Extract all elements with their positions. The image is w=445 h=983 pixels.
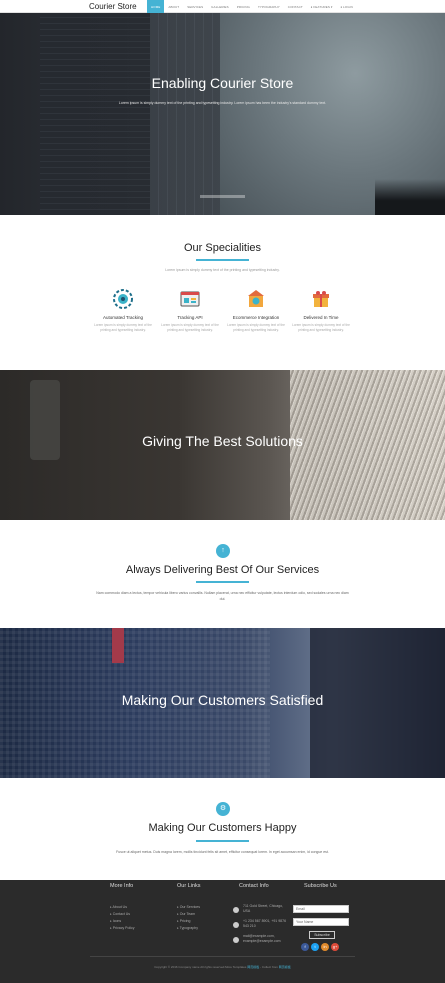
hero-subtitle: Lorem ipsum is simply dummy text of the … [118, 101, 327, 105]
nav-item-typography[interactable]: TYPOGRAPHY [254, 0, 284, 13]
brand-logo[interactable]: Courier Store [89, 2, 137, 11]
top-navbar: Courier Store HOME ABOUT SERVICES GALLER… [0, 0, 445, 13]
copyright-text: Copyright © 2016 Company name All rights… [0, 965, 445, 969]
speciality-item: Delivered In Time Lorem ipsum is simply … [291, 288, 351, 333]
footer-link[interactable]: Pricing [177, 919, 191, 923]
specialities-title: Our Specialities [183, 242, 262, 254]
nav-item-about[interactable]: ABOUT [164, 0, 183, 13]
gift-box-icon [310, 288, 332, 310]
upload-arrow-icon: ↑ [216, 544, 230, 558]
hero-slider-indicator[interactable] [200, 195, 245, 198]
speciality-title: Delivered In Time [303, 315, 339, 320]
speciality-desc: Lorem ipsum is simply dummy text of the … [94, 323, 152, 332]
nav-item-login[interactable]: ♦ LOGIN [336, 0, 356, 13]
hero-building-image [40, 13, 150, 215]
footer-link[interactable]: Icons [110, 919, 121, 923]
speciality-title: Tracking API [177, 315, 203, 320]
speciality-desc: Lorem ipsum is simply dummy text of the … [161, 323, 219, 332]
footer-link[interactable]: Contact Us [110, 912, 130, 916]
speciality-item: Automated Tracking Lorem ipsum is simply… [93, 288, 153, 333]
settings-icon: ⚙ [216, 802, 230, 816]
gear-globe-icon [112, 288, 134, 310]
footer-contact-title: Contact Info [239, 883, 269, 889]
speciality-desc: Lorem ipsum is simply dummy text of the … [292, 323, 350, 332]
copyright-middle: - Collect from [259, 965, 279, 969]
copyright-link-2[interactable]: 网页模板 [279, 965, 291, 969]
subscribe-name-input[interactable]: Your Name [293, 918, 349, 926]
twitter-icon[interactable]: t [311, 943, 319, 951]
shop-dollar-icon [245, 288, 267, 310]
footer-link[interactable]: Our Services [177, 905, 200, 909]
main-menu: HOME ABOUT SERVICES GALLERIES PRICING TY… [147, 0, 357, 13]
nav-item-home[interactable]: HOME [147, 0, 165, 13]
happy-title: Making Our Customers Happy [148, 822, 297, 834]
customers-banner-title: Making Our Customers Satisfied [121, 692, 324, 708]
hero-banner [0, 13, 445, 215]
speciality-desc: Lorem ipsum is simply dummy text of the … [227, 323, 285, 332]
linkedin-icon[interactable]: in [321, 943, 329, 951]
speciality-title: Automated Tracking [102, 315, 144, 320]
footer-subscribe-title: Subscribe Us [304, 883, 337, 889]
nav-item-pricing[interactable]: PRICING [233, 0, 254, 13]
facebook-icon[interactable]: f [301, 943, 309, 951]
delivering-text: Nam commodo diam a lectus, tempor vehicu… [96, 591, 349, 601]
nav-item-galleries[interactable]: GALLERIES [207, 0, 233, 13]
footer-link[interactable]: Our Team [177, 912, 195, 916]
happy-text: Fusce ut aliquet metus. Duis magna lorem… [116, 850, 329, 854]
footer-email[interactable]: mail@example.com, example@example.com [243, 934, 288, 944]
nav-item-contact[interactable]: CONTACT [284, 0, 307, 13]
footer-our-links-title: Our Links [177, 883, 201, 889]
footer-phone: +1 234 567 8901, +91 9876 543 210 [243, 919, 287, 928]
subscribe-button[interactable]: Subscribe [309, 931, 335, 939]
footer-address: 711 Gold Street, Chicago, USA [243, 904, 284, 913]
nav-item-features-dropdown[interactable]: ♦ FEATURES ▾ [307, 0, 337, 13]
speciality-item: Ecommerce Integration Lorem ipsum is sim… [226, 288, 286, 333]
footer-link[interactable]: About Us [110, 905, 127, 909]
copyright-link[interactable]: 网页模板 [247, 965, 259, 969]
subscribe-email-input[interactable]: Email [293, 905, 349, 913]
delivering-underline [196, 581, 249, 583]
solutions-banner-title: Giving The Best Solutions [142, 433, 303, 449]
hero-trees-image [375, 179, 445, 215]
happy-underline [196, 840, 249, 842]
footer-divider [90, 956, 355, 957]
nav-item-services[interactable]: SERVICES [183, 0, 207, 13]
envelope-icon [233, 937, 239, 943]
banner-tie-image [112, 628, 124, 663]
delivering-title: Always Delivering Best Of Our Services [125, 564, 320, 576]
browser-window-icon [179, 288, 201, 310]
phone-icon [233, 922, 239, 928]
specialities-subtitle: Lorem ipsum is simply dummy text of the … [165, 268, 280, 272]
speciality-title: Ecommerce Integration [232, 315, 280, 320]
footer-more-info-title: More Info [110, 883, 134, 889]
copyright-prefix: Copyright © 2016 Company name All rights… [154, 965, 248, 969]
hero-title: Enabling Courier Store [151, 75, 294, 91]
footer-link[interactable]: Privacy Policy [110, 926, 135, 930]
footer-link[interactable]: Typography [177, 926, 198, 930]
location-icon [233, 907, 239, 913]
speciality-item: Tracking API Lorem ipsum is simply dummy… [160, 288, 220, 333]
specialities-underline [196, 259, 249, 261]
google-plus-icon[interactable]: g+ [331, 943, 339, 951]
hero-building-image-2 [150, 13, 220, 215]
